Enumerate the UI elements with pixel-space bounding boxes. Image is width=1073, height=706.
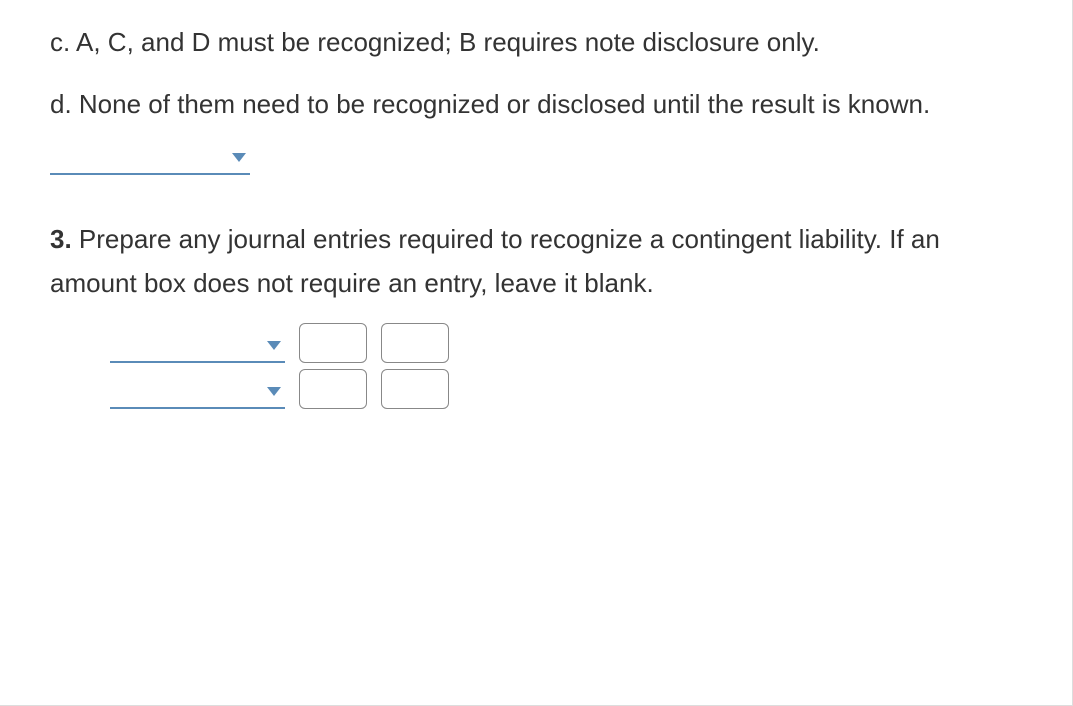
credit-amount-1[interactable] (381, 323, 449, 363)
option-c-text: c. A, C, and D must be recognized; B req… (50, 27, 820, 57)
chevron-down-icon (232, 153, 246, 162)
debit-amount-2[interactable] (299, 369, 367, 409)
option-d: d. None of them need to be recognized or… (50, 82, 1022, 126)
debit-amount-1[interactable] (299, 323, 367, 363)
option-d-text: d. None of them need to be recognized or… (50, 89, 930, 119)
journal-entry-rows (50, 323, 1022, 409)
journal-entry-row-2 (110, 369, 1022, 409)
answer-dropdown[interactable] (50, 145, 250, 175)
question-3: 3. Prepare any journal entries required … (50, 217, 1022, 305)
journal-entry-row-1 (110, 323, 1022, 363)
chevron-down-icon (267, 387, 281, 396)
credit-amount-2[interactable] (381, 369, 449, 409)
question-3-text: Prepare any journal entries required to … (50, 224, 940, 298)
answer-dropdown-row (50, 144, 1022, 188)
chevron-down-icon (267, 341, 281, 350)
option-c: c. A, C, and D must be recognized; B req… (50, 20, 1022, 64)
account-dropdown-2[interactable] (110, 379, 285, 409)
question-3-number: 3. (50, 224, 72, 254)
account-dropdown-1[interactable] (110, 333, 285, 363)
